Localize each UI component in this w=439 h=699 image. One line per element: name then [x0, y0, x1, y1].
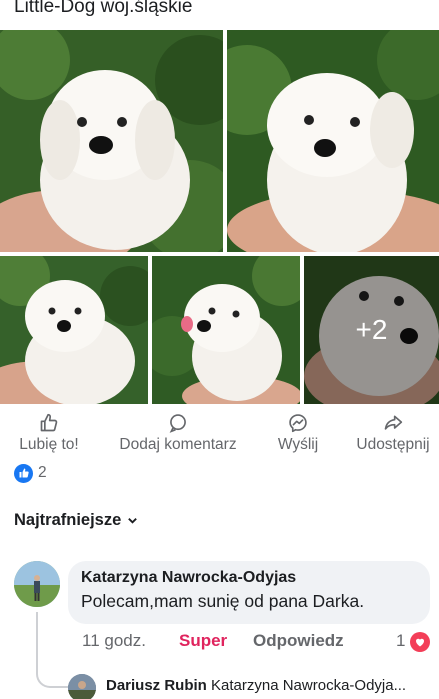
like-reaction-icon	[14, 463, 33, 483]
comment-reaction-count: 1	[396, 631, 406, 650]
share-button[interactable]: Udostępnij	[350, 410, 436, 456]
comment-reaction-button[interactable]: Super	[179, 631, 227, 651]
send-label: Wyślij	[277, 436, 319, 453]
comment-text: Polecam,mam sunię od pana Darka.	[81, 591, 365, 611]
share-arrow-icon	[384, 415, 403, 430]
comment-bubble-icon	[169, 414, 186, 433]
messenger-icon	[289, 414, 307, 433]
photo-puppy-5[interactable]: +2	[304, 256, 439, 404]
reply-thread-line	[36, 612, 68, 688]
reactions-summary[interactable]: 2	[14, 463, 47, 483]
sort-label: Najtrafniejsze	[14, 511, 122, 529]
post-action-bar: Lubię to! Dodaj komentarz Wyślij Udostęp…	[0, 410, 439, 456]
comment-button[interactable]: Dodaj komentarz	[112, 410, 244, 456]
reply-author[interactable]: Dariusz Rubin	[106, 677, 207, 694]
comment-time[interactable]: 11 godz.	[82, 631, 146, 651]
photo-puppy-2[interactable]	[227, 30, 439, 252]
reaction-count: 2	[38, 464, 47, 481]
share-label: Udostępnij	[356, 436, 430, 453]
comment-sort-selector[interactable]: Najtrafniejsze	[14, 511, 138, 530]
reply-preview[interactable]: Dariusz Rubin Katarzyna Nawrocka-Odyja..…	[106, 677, 406, 694]
reply-avatar[interactable]	[68, 674, 96, 699]
comment-label: Dodaj komentarz	[119, 436, 237, 453]
send-button[interactable]: Wyślij	[270, 410, 326, 456]
comment-bubble: Katarzyna Nawrocka-Odyjas Polecam,mam su…	[68, 561, 430, 624]
comment-author[interactable]: Katarzyna Nawrocka-Odyjas	[81, 569, 417, 587]
chevron-down-icon	[128, 518, 138, 524]
post-title[interactable]: Little-Dog woj.śląskie	[14, 0, 192, 18]
photo-puppy-4[interactable]	[152, 256, 300, 404]
thumbs-up-icon	[40, 413, 58, 432]
more-photos-count: +2	[355, 314, 388, 345]
reply-text: Katarzyna Nawrocka-Odyja...	[211, 677, 407, 694]
like-label: Lubię to!	[19, 436, 79, 453]
reply-button[interactable]: Odpowiedz	[253, 631, 344, 651]
photo-puppy-3[interactable]	[0, 256, 148, 404]
like-button[interactable]: Lubię to!	[14, 410, 84, 456]
photo-puppy-1[interactable]	[0, 30, 223, 252]
heart-reaction-icon[interactable]	[410, 632, 430, 652]
avatar[interactable]	[14, 561, 60, 607]
